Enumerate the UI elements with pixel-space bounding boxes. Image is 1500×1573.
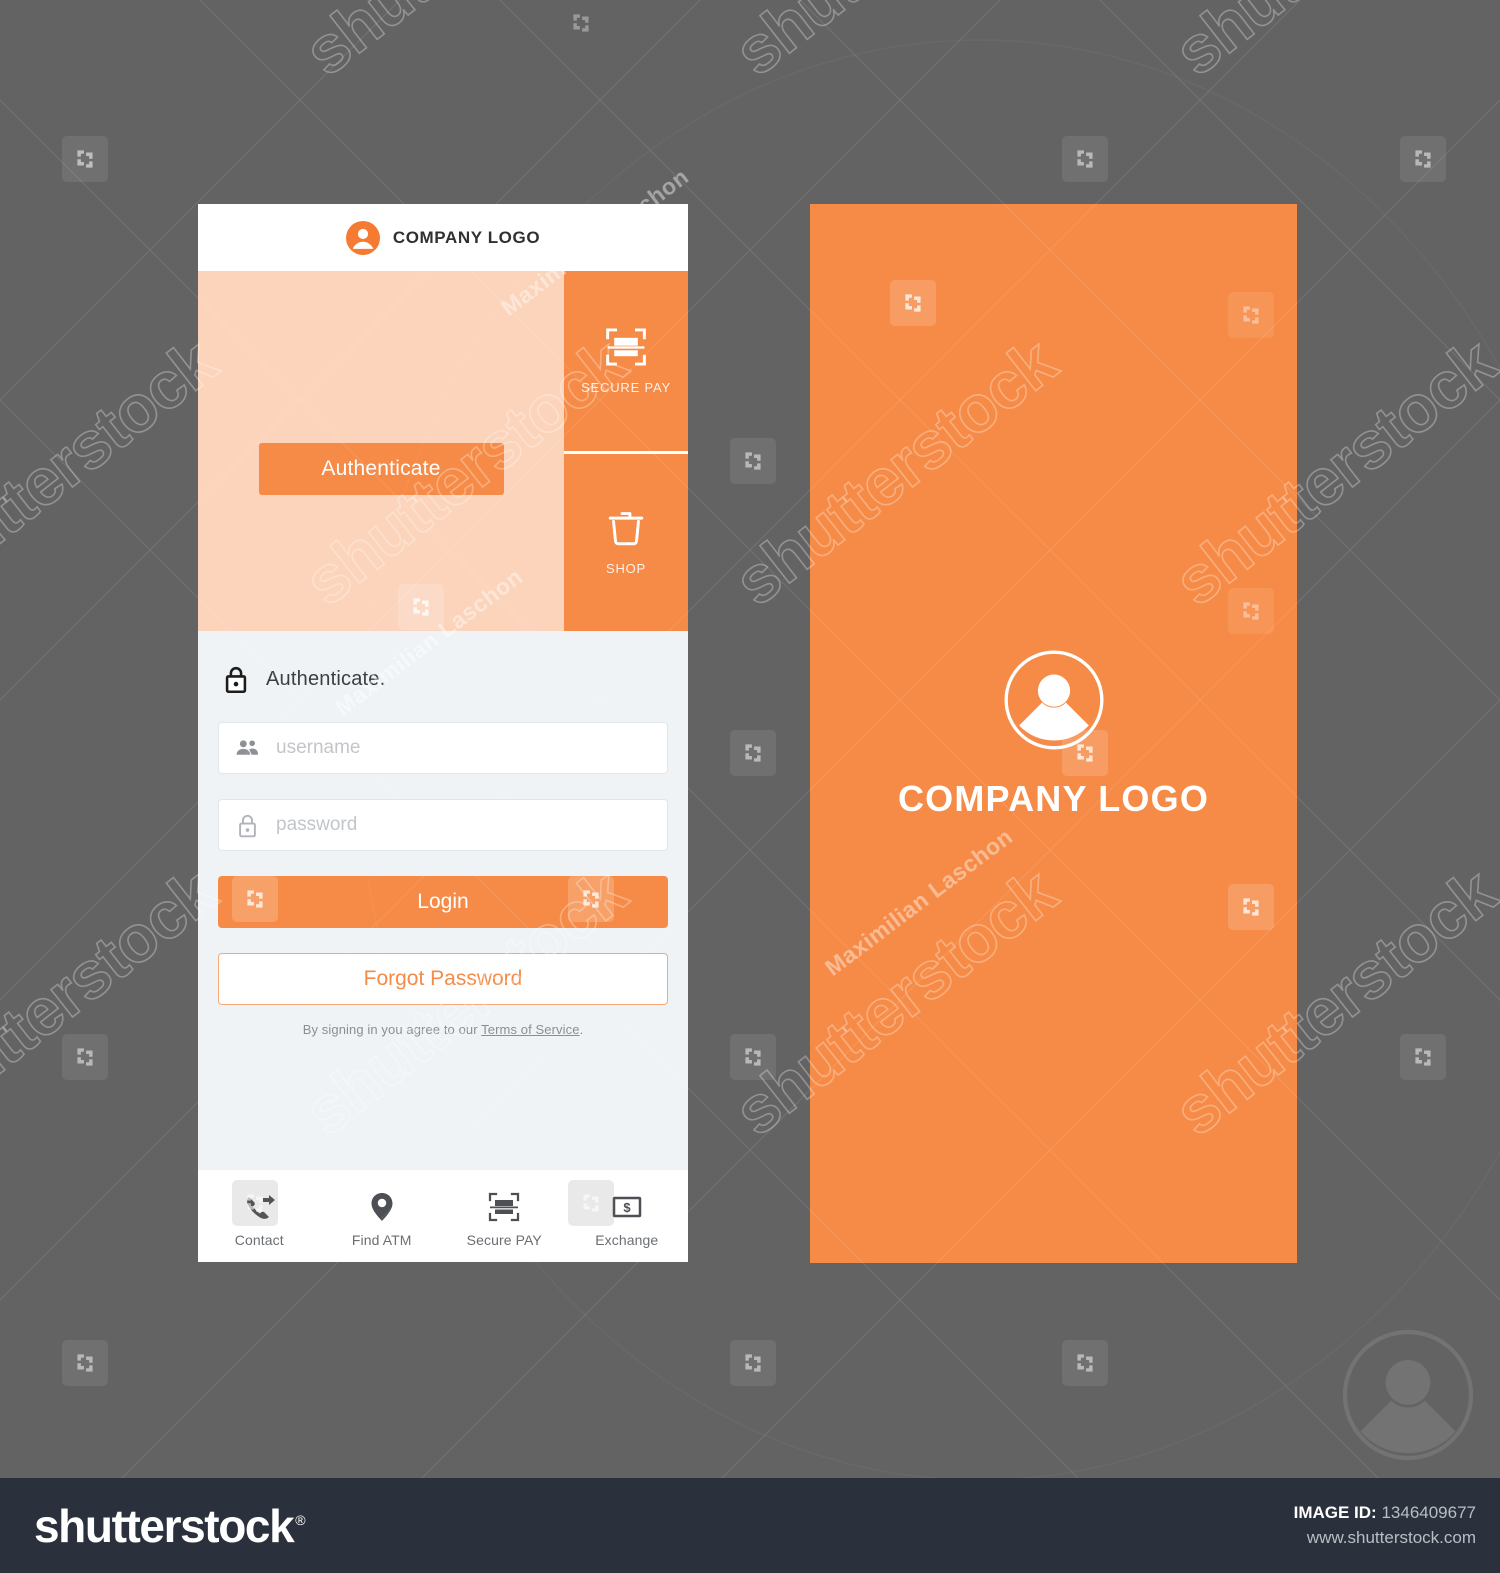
image-id-value: 1346409677 bbox=[1381, 1502, 1476, 1522]
footer-meta: IMAGE ID: 1346409677 www.shutterstock.co… bbox=[1294, 1501, 1476, 1550]
shutterstock-mark-icon bbox=[730, 1034, 776, 1080]
phone-forward-icon bbox=[247, 1194, 276, 1219]
avatar-circle-outline-icon bbox=[1003, 649, 1104, 750]
watermark-brand-text: shutterstock bbox=[0, 324, 230, 620]
side-tile-group: SECURE PAY SHOP bbox=[564, 271, 688, 631]
shutterstock-wordmark: shutterstock ® bbox=[34, 1503, 306, 1549]
watermark-brand-text: shutterstock bbox=[290, 0, 640, 90]
nav-label: Exchange bbox=[595, 1231, 659, 1248]
avatar-icon bbox=[1342, 1329, 1474, 1461]
shutterstock-mark-icon bbox=[730, 730, 776, 776]
shutterstock-mark-icon bbox=[1400, 1034, 1446, 1080]
lock-icon bbox=[225, 666, 247, 693]
shutterstock-mark-icon bbox=[730, 438, 776, 484]
website-url: www.shutterstock.com bbox=[1306, 1527, 1476, 1547]
nav-item-secure-pay[interactable]: Secure PAY bbox=[443, 1191, 566, 1248]
image-id-label: IMAGE ID: bbox=[1293, 1502, 1377, 1522]
nav-label: Find ATM bbox=[351, 1231, 412, 1248]
nav-item-find-atm[interactable]: Find ATM bbox=[321, 1191, 444, 1248]
terms-notice: By signing in you agree to our Terms of … bbox=[218, 1022, 668, 1037]
nav-item-contact[interactable]: Contact bbox=[198, 1191, 321, 1248]
shopping-basket-icon bbox=[608, 512, 644, 546]
side-tile-shop[interactable]: SHOP bbox=[564, 451, 688, 631]
username-input[interactable] bbox=[276, 737, 651, 759]
side-tile-label: SHOP bbox=[605, 561, 647, 577]
scan-pay-icon bbox=[606, 328, 646, 366]
app-title: COMPANY LOGO bbox=[392, 227, 541, 247]
shutterstock-mark-icon bbox=[558, 0, 604, 46]
nav-label: Contact bbox=[234, 1231, 284, 1248]
side-tile-secure-pay[interactable]: SECURE PAY bbox=[564, 271, 688, 451]
username-field[interactable] bbox=[218, 722, 668, 774]
shutterstock-mark-icon bbox=[730, 1340, 776, 1386]
side-tile-label: SECURE PAY bbox=[581, 379, 671, 395]
terms-prefix: By signing in you agree to our bbox=[302, 1022, 482, 1037]
terms-of-service-link[interactable]: Terms of Service bbox=[481, 1022, 579, 1037]
shutterstock-mark-icon bbox=[1062, 1340, 1108, 1386]
svg-text:$: $ bbox=[623, 1200, 631, 1215]
phone-mockup-login-screen: COMPANY LOGO Authenticate SECURE PAY SHO… bbox=[198, 204, 688, 1262]
avatar-circle-icon bbox=[345, 220, 380, 255]
nav-item-exchange[interactable]: $ Exchange bbox=[566, 1191, 689, 1248]
form-heading-row: Authenticate. bbox=[218, 665, 668, 693]
shutterstock-footer-bar: shutterstock ® IMAGE ID: 1346409677 www.… bbox=[0, 1478, 1500, 1573]
shutterstock-mark-icon bbox=[1400, 136, 1446, 182]
splash-title: COMPANY LOGO bbox=[897, 777, 1210, 819]
hero-panel: Authenticate bbox=[198, 271, 564, 631]
lock-outline-icon bbox=[239, 814, 256, 837]
shutterstock-mark-icon bbox=[62, 1340, 108, 1386]
form-heading: Authenticate. bbox=[266, 667, 386, 690]
shutterstock-mark-icon bbox=[62, 136, 108, 182]
registered-mark: ® bbox=[295, 1511, 306, 1528]
login-button[interactable]: Login bbox=[218, 876, 668, 928]
bottom-navigation-bar: Contact Find ATM Secure PAY $ Exchange bbox=[198, 1170, 688, 1262]
password-input[interactable] bbox=[276, 814, 651, 836]
nav-label: Secure PAY bbox=[466, 1231, 542, 1248]
scan-pay-icon bbox=[489, 1192, 520, 1221]
watermark-brand-text: shutterstock bbox=[1160, 0, 1500, 90]
shutterstock-brand-text: shutterstock bbox=[34, 1499, 295, 1552]
watermark-brand-text: shutterstock bbox=[0, 854, 230, 1150]
banknote-dollar-icon: $ bbox=[612, 1196, 641, 1217]
shutterstock-mark-icon bbox=[1062, 136, 1108, 182]
forgot-password-button[interactable]: Forgot Password bbox=[218, 953, 668, 1005]
password-field[interactable] bbox=[218, 799, 668, 851]
map-pin-icon bbox=[371, 1192, 393, 1221]
image-id-row: IMAGE ID: 1346409677 bbox=[1294, 1501, 1476, 1526]
app-header: COMPANY LOGO bbox=[198, 204, 688, 271]
login-form: Authenticate. Login bbox=[198, 631, 688, 1170]
watermark-brand-text: shutterstock bbox=[720, 0, 1070, 90]
phone-mockup-splash-screen: COMPANY LOGO bbox=[810, 204, 1297, 1263]
authenticate-button[interactable]: Authenticate bbox=[258, 443, 504, 495]
terms-suffix: . bbox=[579, 1022, 584, 1037]
hero-row: Authenticate SECURE PAY SHOP bbox=[198, 271, 688, 631]
shutterstock-mark-icon bbox=[62, 1034, 108, 1080]
users-icon bbox=[236, 739, 258, 755]
screenshot-canvas: shutterstock shutterstock shutterstock s… bbox=[0, 0, 1500, 1573]
